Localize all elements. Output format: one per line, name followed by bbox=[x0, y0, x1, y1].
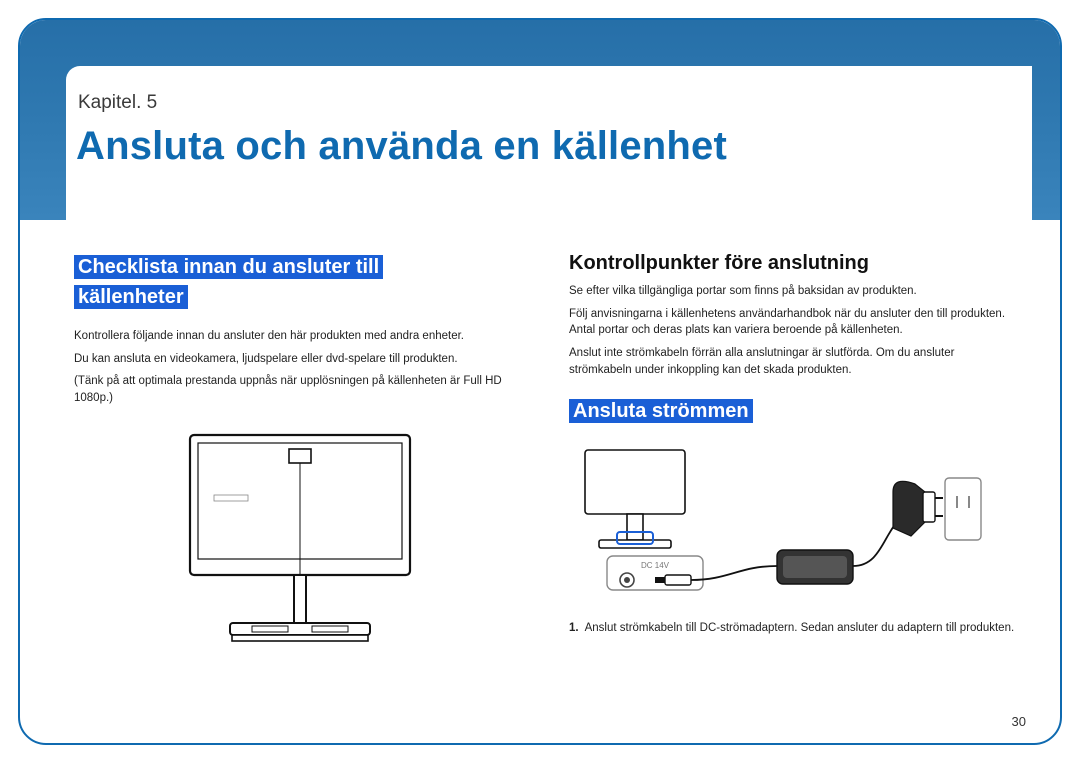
right-column: Kontrollpunkter före anslutning Se efter… bbox=[569, 252, 1020, 703]
right-subheading: Kontrollpunkter före anslutning bbox=[569, 252, 1020, 275]
monitor-illustration bbox=[74, 425, 525, 655]
left-heading: Checklista innan du ansluter till källen… bbox=[74, 255, 383, 309]
right-para-3: Anslut inte strömkabeln förrän alla ansl… bbox=[569, 345, 1020, 378]
right-heading2: Ansluta strömmen bbox=[569, 399, 753, 423]
monitor-svg bbox=[170, 425, 430, 655]
step-1-num: 1. bbox=[569, 622, 579, 634]
left-para-1: Kontrollera följande innan du ansluter d… bbox=[74, 328, 525, 345]
page-frame: Kapitel. 5 Ansluta och använda en källen… bbox=[18, 18, 1062, 745]
chapter-label: Kapitel. 5 bbox=[78, 92, 157, 114]
step-1-text: Anslut strömkabeln till DC-strömadaptern… bbox=[585, 622, 1015, 634]
left-para-3: (Tänk på att optimala prestanda uppnås n… bbox=[74, 373, 525, 406]
power-svg: DC 14V bbox=[569, 438, 989, 608]
right-heading2-wrap: Ansluta strömmen bbox=[569, 396, 939, 426]
right-para-2: Följ anvisningarna i källenhetens använd… bbox=[569, 306, 1020, 339]
content-area: Checklista innan du ansluter till källen… bbox=[74, 252, 1020, 703]
left-heading-wrap: Checklista innan du ansluter till källen… bbox=[74, 252, 444, 312]
left-para-2: Du kan ansluta en videokamera, ljudspela… bbox=[74, 351, 525, 368]
dc-label: DC 14V bbox=[641, 561, 670, 570]
page-number: 30 bbox=[1012, 714, 1026, 729]
step-1: 1. Anslut strömkabeln till DC-strömadapte… bbox=[569, 622, 1020, 634]
right-para-1: Se efter vilka tillgängliga portar som f… bbox=[569, 283, 1020, 300]
power-illustration: DC 14V bbox=[569, 438, 1020, 608]
left-column: Checklista innan du ansluter till källen… bbox=[74, 252, 525, 703]
page-title: Ansluta och använda en källenhet bbox=[76, 124, 727, 169]
